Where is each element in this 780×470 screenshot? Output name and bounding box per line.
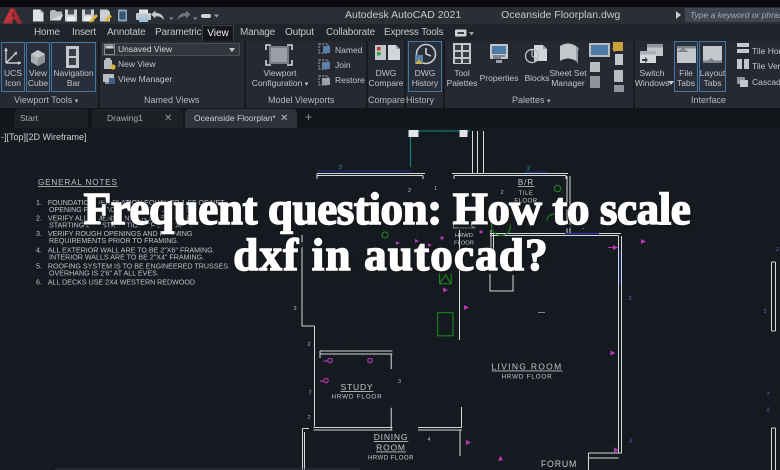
svg-text:LIVING ROOM: LIVING ROOM xyxy=(492,362,563,372)
svg-text:STUDY: STUDY xyxy=(341,382,374,392)
svg-text:2: 2 xyxy=(527,166,530,172)
svg-text:3: 3 xyxy=(629,296,632,302)
svg-text:6. ALL DECKS USE 2X4 WESTERN: 6. ALL DECKS USE 2X4 WESTERN REDWOOD xyxy=(36,279,195,287)
svg-text:HRWD FLOOR: HRWD FLOOR xyxy=(332,394,383,401)
svg-text:2: 2 xyxy=(308,342,311,348)
svg-text:DINING: DINING xyxy=(374,432,409,442)
svg-text:7: 7 xyxy=(767,392,770,398)
svg-text:2: 2 xyxy=(339,165,342,171)
svg-text:7: 7 xyxy=(309,391,312,397)
svg-text:3: 3 xyxy=(294,306,297,312)
svg-text:-][Top][2D Wireframe]: -][Top][2D Wireframe] xyxy=(1,132,87,142)
svg-text:FORUM: FORUM xyxy=(541,459,577,469)
svg-text:ROOM: ROOM xyxy=(376,443,406,453)
svg-text:3: 3 xyxy=(398,379,401,385)
svg-text:3: 3 xyxy=(629,439,632,445)
svg-text:4: 4 xyxy=(428,437,431,443)
svg-text:HRWD FLOOR: HRWD FLOOR xyxy=(368,456,414,462)
svg-text:HRWD FLOOR: HRWD FLOOR xyxy=(502,374,553,381)
svg-text:2: 2 xyxy=(767,408,770,414)
svg-text:3: 3 xyxy=(764,309,767,315)
svg-text:2: 2 xyxy=(308,415,311,421)
